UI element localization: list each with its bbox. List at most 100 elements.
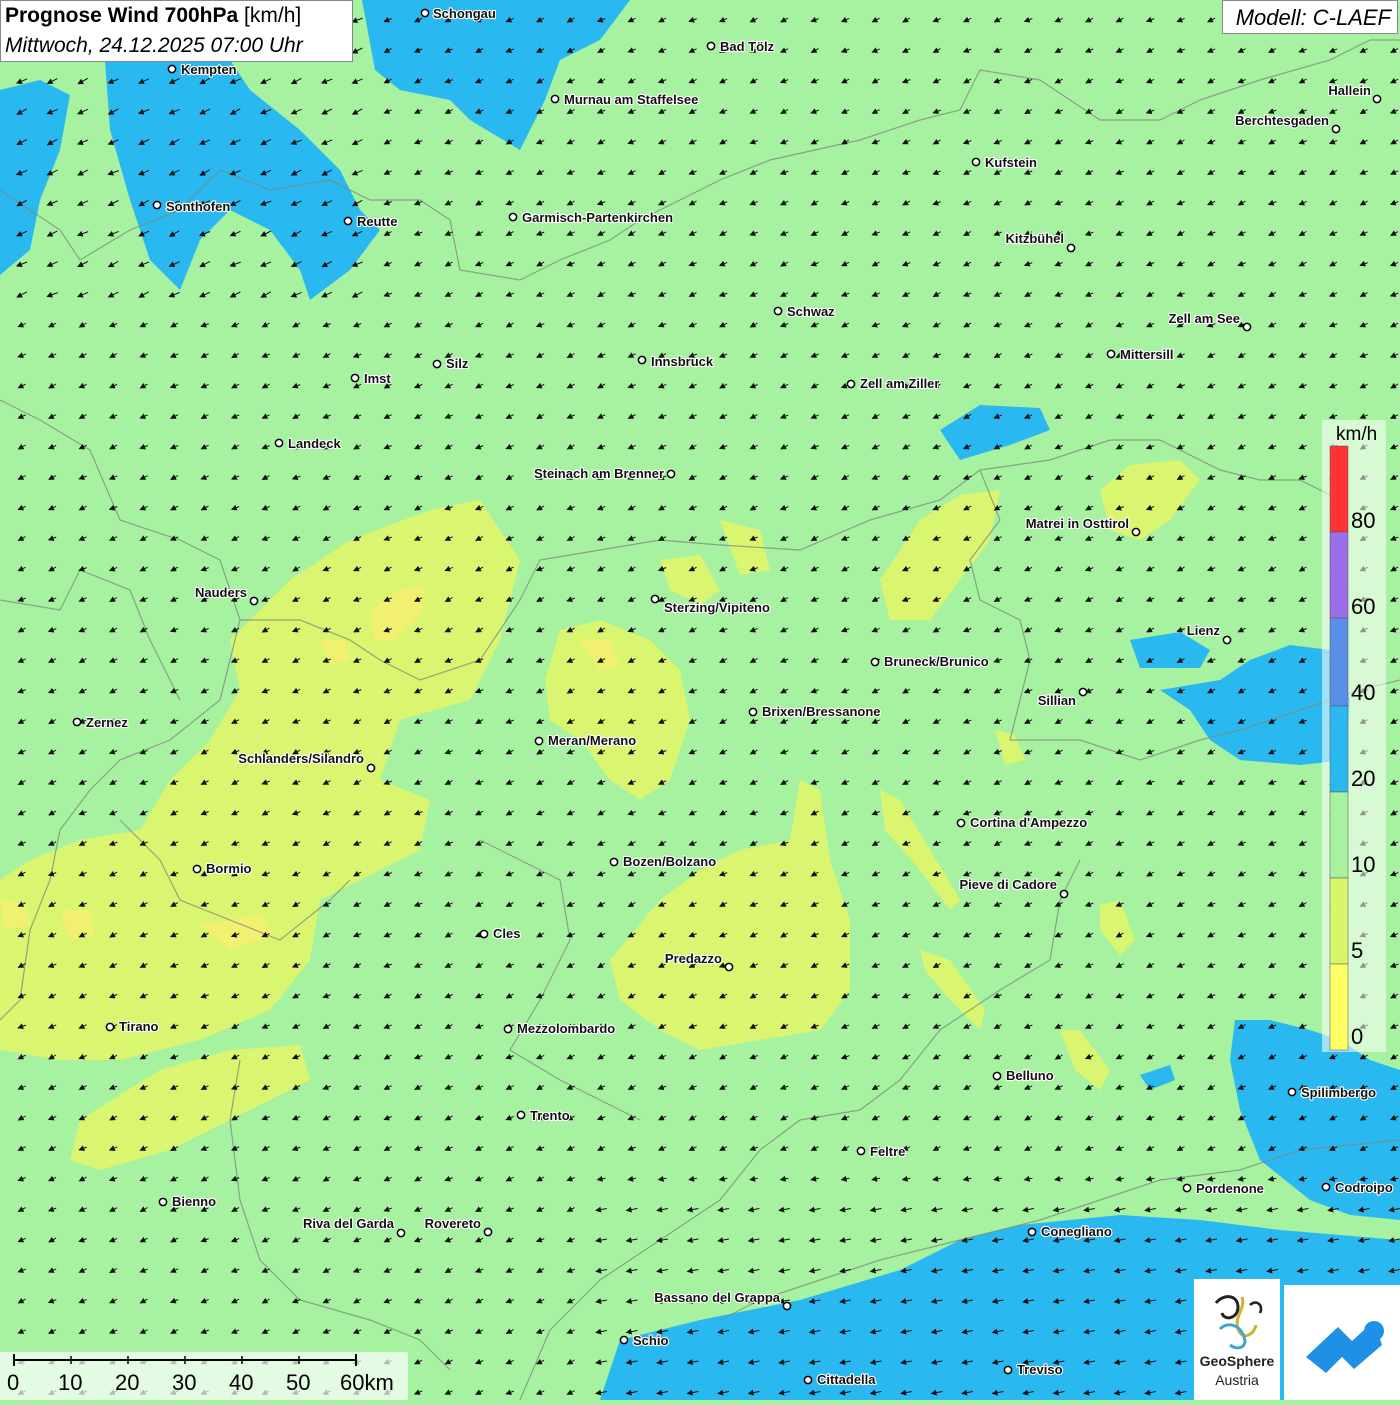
city-label: Feltre — [870, 1144, 905, 1159]
city-marker-icon — [666, 469, 676, 479]
city-steinach-am-brenner[interactable]: Steinach am Brenner — [533, 465, 676, 482]
city-label: Kufstein — [985, 155, 1037, 170]
city-cortina-d-ampezzo[interactable]: Cortina d'Ampezzo — [956, 814, 1088, 831]
city-marker-icon — [748, 707, 758, 717]
city-label: Schongau — [433, 6, 496, 21]
legend-tick: 80 — [1351, 508, 1376, 533]
app-logo[interactable] — [1284, 1285, 1400, 1400]
city-marker-icon — [350, 373, 360, 383]
city-marker-icon — [1027, 1227, 1037, 1237]
city-label: Innsbruck — [651, 354, 714, 369]
city-marker-icon — [483, 1227, 493, 1237]
geosphere-logo[interactable]: GeoSphere Austria — [1194, 1279, 1280, 1400]
city-marker-icon — [508, 212, 518, 222]
city-label: Pieve di Cadore — [959, 877, 1057, 892]
city-marker-icon — [803, 1375, 813, 1385]
city-marker-icon — [1321, 1182, 1331, 1192]
legend-tick: 5 — [1351, 938, 1364, 963]
scale-label: 10 — [58, 1370, 83, 1395]
forecast-datetime: Mittwoch, 24.12.2025 07:00 Uhr — [5, 34, 303, 57]
city-marker-icon — [782, 1301, 792, 1311]
city-label: Brixen/Bressanone — [762, 704, 881, 719]
city-bruneck-brunico[interactable]: Bruneck/Brunico — [870, 653, 990, 670]
city-marker-icon — [72, 717, 82, 727]
city-marker-icon — [609, 857, 619, 867]
city-garmisch-partenkirchen[interactable]: Garmisch-Partenkirchen — [508, 209, 674, 226]
city-zell-am-ziller[interactable]: Zell am Ziller — [846, 375, 941, 392]
city-murnau-am-staffelsee[interactable]: Murnau am Staffelsee — [550, 91, 699, 108]
city-pordenone[interactable]: Pordenone — [1182, 1180, 1265, 1197]
city-label: Bassano del Grappa — [654, 1290, 780, 1305]
city-label: Zell am Ziller — [860, 376, 939, 391]
city-marker-icon — [503, 1024, 513, 1034]
city-marker-icon — [105, 1022, 115, 1032]
legend-tick: 0 — [1351, 1024, 1364, 1049]
geosphere-swirl-icon — [1214, 1295, 1263, 1350]
city-label: Schwaz — [787, 304, 835, 319]
city-label: Cortina d'Ampezzo — [970, 815, 1087, 830]
city-marker-icon — [971, 157, 981, 167]
city-label: Garmisch-Partenkirchen — [522, 210, 673, 225]
city-label: Kempten — [181, 62, 237, 77]
city-brixen-bressanone[interactable]: Brixen/Bressanone — [748, 703, 882, 720]
city-label: Berchtesgaden — [1235, 113, 1329, 128]
city-bozen-bolzano[interactable]: Bozen/Bolzano — [609, 853, 717, 870]
legend-swatch-0 — [1329, 963, 1349, 1051]
city-marker-icon — [846, 379, 856, 389]
city-label: Belluno — [1006, 1068, 1054, 1083]
legend-swatch-60 — [1329, 531, 1349, 619]
legend-swatch-20 — [1329, 705, 1349, 793]
city-marker-icon — [158, 1197, 168, 1207]
city-label: Schlanders/Silandro — [238, 751, 364, 766]
city-marker-icon — [650, 594, 660, 604]
city-marker-icon — [479, 929, 489, 939]
city-label: Zell am See — [1168, 311, 1240, 326]
city-label: Mezzolombardo — [517, 1021, 615, 1036]
city-label: Meran/Merano — [548, 733, 636, 748]
city-marker-icon — [432, 359, 442, 369]
city-label: Codroipo — [1335, 1180, 1393, 1195]
legend-swatch-40 — [1329, 617, 1349, 707]
city-marker-icon — [1182, 1183, 1192, 1193]
city-marker-icon — [167, 64, 177, 74]
legend: km/h 80 60 40 20 10 5 0 — [1322, 420, 1386, 1052]
city-marker-icon — [1078, 687, 1088, 697]
legend-swatch-10 — [1329, 791, 1349, 879]
city-meran-merano[interactable]: Meran/Merano — [534, 732, 637, 749]
city-label: Landeck — [288, 436, 342, 451]
city-spilimbergo[interactable]: Spilimbergo — [1287, 1084, 1377, 1101]
city-label: Lienz — [1187, 623, 1221, 638]
city-marker-icon — [773, 306, 783, 316]
title-box: Prognose Wind 700hPa [km/h] Mittwoch, 24… — [0, 0, 353, 62]
city-marker-icon — [1131, 527, 1141, 537]
city-label: Treviso — [1017, 1362, 1063, 1377]
city-label: Pordenone — [1196, 1181, 1264, 1196]
scale-label: 60km — [340, 1370, 394, 1395]
city-label: Spilimbergo — [1301, 1085, 1376, 1100]
city-marker-icon — [619, 1335, 629, 1345]
weather-app-logo-icon — [1306, 1321, 1384, 1373]
city-marker-icon — [992, 1071, 1002, 1081]
legend-tick: 20 — [1351, 766, 1376, 791]
city-label: Matrei in Osttirol — [1026, 516, 1129, 531]
city-label: Bienno — [172, 1194, 216, 1209]
city-label: Sterzing/Vipiteno — [664, 600, 770, 615]
scale-label: 20 — [115, 1370, 140, 1395]
geosphere-logo-text: GeoSphere — [1199, 1353, 1275, 1369]
city-marker-icon — [192, 864, 202, 874]
city-label: Murnau am Staffelsee — [564, 92, 698, 107]
city-conegliano[interactable]: Conegliano — [1027, 1223, 1113, 1240]
city-marker-icon — [249, 596, 259, 606]
city-label: Bozen/Bolzano — [623, 854, 716, 869]
city-marker-icon — [724, 962, 734, 972]
city-label: Cles — [493, 926, 520, 941]
city-marker-icon — [856, 1146, 866, 1156]
city-label: Bormio — [206, 861, 252, 876]
city-schongau[interactable]: Schongau — [420, 5, 497, 22]
wind-map[interactable]: Schongau Bad Tölz Kempten Murnau am Staffel… — [0, 0, 1400, 1400]
city-label: Silz — [446, 356, 469, 371]
scale-label: 40 — [229, 1370, 254, 1395]
city-label: Bad Tölz — [720, 39, 775, 54]
city-mezzolombardo[interactable]: Mezzolombardo — [503, 1020, 616, 1037]
city-label: Mittersill — [1120, 347, 1173, 362]
